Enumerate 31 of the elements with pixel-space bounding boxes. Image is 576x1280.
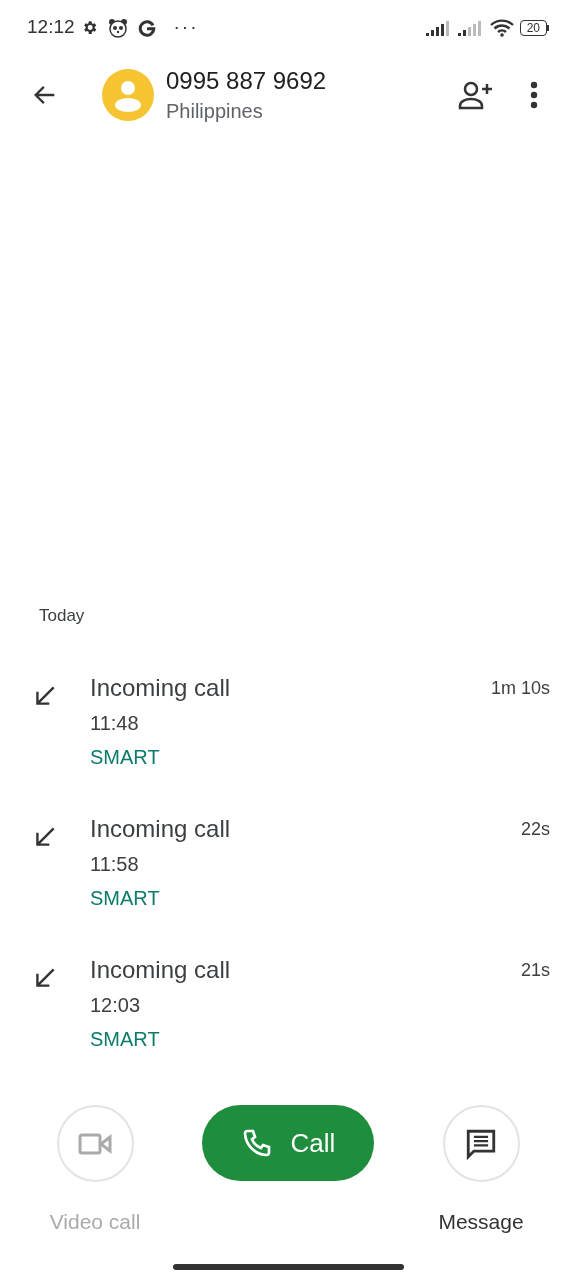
status-time: 12:12 [27,15,75,40]
g-logo-icon [137,18,156,37]
more-notifications: ··· [173,15,199,40]
video-camera-icon [78,1131,112,1156]
call-type: Incoming call [90,672,232,703]
section-header: Today [39,606,85,625]
call-duration: 22s [520,817,550,841]
battery-level: 20 [519,19,547,36]
call-duration: 21s [520,958,550,982]
call-type: Incoming call [90,954,232,985]
signal-icon [457,19,484,36]
message-button[interactable] [442,1105,520,1182]
contact-location: Philippines [166,99,264,124]
panda-icon [107,17,128,38]
carrier-label: SMART [90,1026,161,1052]
call-time: 12:03 [90,992,142,1018]
call-button[interactable]: Call [202,1105,374,1181]
call-type: Incoming call [90,813,232,844]
signal-icon [425,19,452,36]
more-options-icon [530,81,538,109]
avatar-icon [102,69,154,121]
wifi-icon [489,18,514,37]
carrier-label: SMART [90,885,161,911]
add-person-icon [458,80,494,110]
call-time: 11:48 [90,710,140,736]
call-duration: 1m 10s [490,676,550,700]
carrier-label: SMART [90,744,161,770]
call-time: 11:58 [90,851,140,877]
action-label: Video call [49,1209,141,1235]
action-label: Message [438,1209,524,1235]
contact-number: 0995 887 9692 [166,66,327,96]
